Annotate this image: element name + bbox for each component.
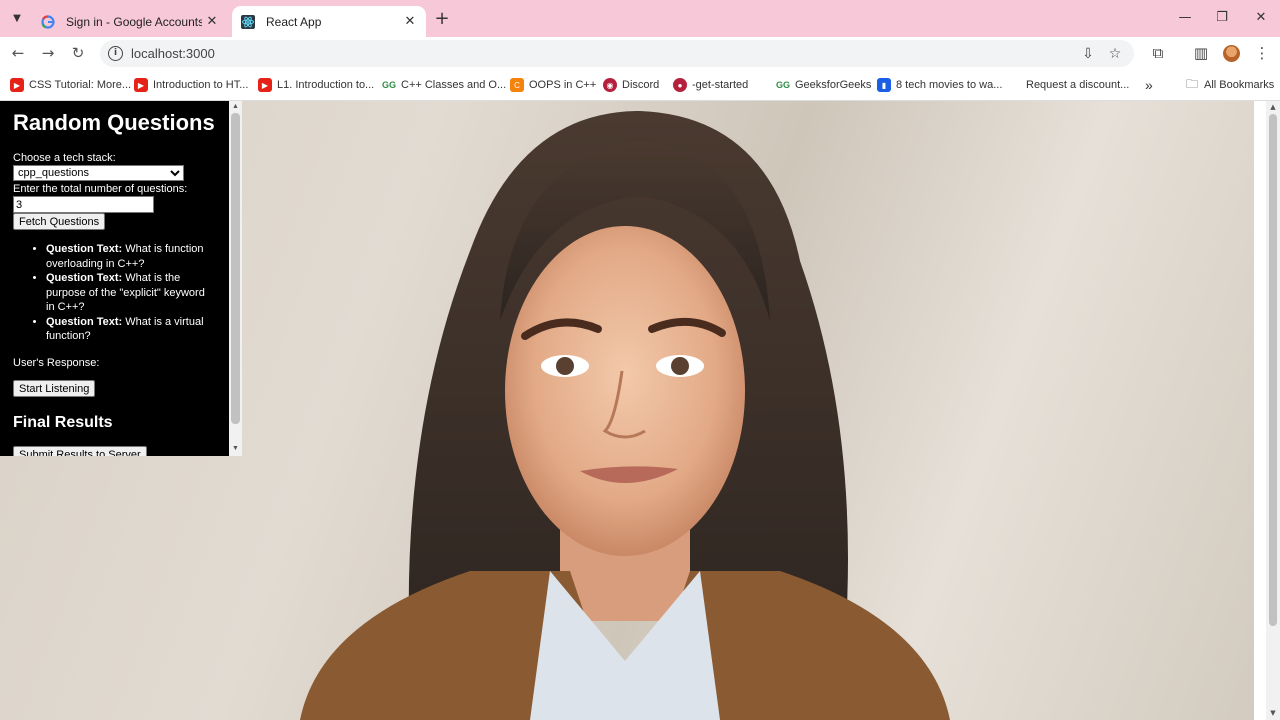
react-icon xyxy=(240,14,256,30)
reload-icon[interactable]: ↻ xyxy=(66,41,90,65)
tab-title: Sign in - Google Accounts xyxy=(66,14,202,29)
list-item: Question Text: What is a virtual functio… xyxy=(46,315,216,344)
doc-icon: ▮ xyxy=(877,78,891,92)
panel-scrollbar[interactable]: ▲ ▼ xyxy=(229,101,242,456)
minimize-icon[interactable]: — xyxy=(1166,0,1204,34)
questions-panel: Random Questions Choose a tech stack: cp… xyxy=(0,101,242,456)
youtube-icon: ▶ xyxy=(258,78,272,92)
page-viewport: Random Questions Choose a tech stack: cp… xyxy=(0,101,1280,720)
tab-strip: ▼ Sign in - Google Accounts ✕ React App … xyxy=(0,0,1280,37)
scroll-thumb[interactable] xyxy=(231,113,240,424)
codehelp-icon: C xyxy=(510,78,524,92)
chevron-down-icon: ▼ xyxy=(13,12,21,24)
scroll-up-icon[interactable]: ▲ xyxy=(231,103,240,110)
start-listening-button[interactable]: Start Listening xyxy=(13,380,96,397)
tab-google-signin[interactable]: Sign in - Google Accounts ✕ xyxy=(32,6,228,37)
youtube-icon: ▶ xyxy=(134,78,148,92)
question-count-input[interactable] xyxy=(13,196,154,213)
questions-list: Question Text: What is function overload… xyxy=(46,242,216,344)
scroll-thumb[interactable] xyxy=(1269,114,1277,626)
submit-results-button[interactable]: Submit Results to Server xyxy=(13,446,147,456)
bookmark-item[interactable]: Request a discount... xyxy=(1026,77,1129,93)
bookmark-item[interactable]: ● -get-started xyxy=(673,77,748,93)
restore-icon[interactable]: ❐ xyxy=(1203,0,1241,34)
forward-arrow-icon[interactable]: → xyxy=(36,41,60,65)
bookmark-item[interactable]: ◉ Discord xyxy=(603,77,659,93)
page-scrollbar[interactable]: ▲ ▼ xyxy=(1266,101,1280,720)
close-window-icon[interactable]: ✕ xyxy=(1242,0,1280,34)
close-tab-icon[interactable]: ✕ xyxy=(202,12,222,32)
bookmark-item[interactable]: GG C++ Classes and O... xyxy=(382,77,506,93)
scroll-down-icon[interactable]: ▼ xyxy=(1268,709,1278,717)
final-results-heading: Final Results xyxy=(13,414,113,431)
tab-title: React App xyxy=(266,14,322,29)
question-count-label: Enter the total number of questions: xyxy=(13,183,188,195)
browser-toolbar: ← → ↻ i localhost:3000 ⇩ ☆ ⧉ ▥ ⋮ xyxy=(0,37,1280,70)
bookmark-item[interactable]: ▶ L1. Introduction to... xyxy=(258,77,374,93)
tech-stack-label: Choose a tech stack: xyxy=(13,152,116,164)
site-info-icon[interactable]: i xyxy=(108,46,123,61)
bookmark-item[interactable]: ▶ Introduction to HT... xyxy=(134,77,248,93)
tech-stack-select[interactable]: cpp_questions xyxy=(13,165,184,181)
tab-react-app[interactable]: React App ✕ xyxy=(232,6,426,37)
list-item: Question Text: What is function overload… xyxy=(46,242,216,271)
geeksforgeeks-icon: GG xyxy=(382,78,397,92)
list-item: Question Text: What is the purpose of th… xyxy=(46,271,216,315)
bookmarks-bar: ▶ CSS Tutorial: More... ▶ Introduction to … xyxy=(0,70,1280,101)
scroll-down-icon[interactable]: ▼ xyxy=(231,445,240,452)
url-text[interactable]: localhost:3000 xyxy=(131,46,215,61)
tab-search-button[interactable]: ▼ xyxy=(6,7,28,29)
page-title: Random Questions xyxy=(13,110,215,135)
youtube-icon: ▶ xyxy=(10,78,24,92)
bookmark-star-icon[interactable]: ☆ xyxy=(1105,44,1125,64)
side-panel-icon[interactable]: ▥ xyxy=(1190,42,1212,64)
scroll-up-icon[interactable]: ▲ xyxy=(1268,103,1278,111)
address-bar[interactable]: i localhost:3000 ⇩ ☆ xyxy=(100,40,1134,67)
chevron-more-icon[interactable]: » xyxy=(1145,77,1153,93)
google-icon xyxy=(40,14,56,30)
fetch-questions-button[interactable]: Fetch Questions xyxy=(13,213,106,230)
bookmark-item[interactable]: GG GeeksforGeeks xyxy=(776,77,871,93)
browser-chrome: ▼ Sign in - Google Accounts ✕ React App … xyxy=(0,0,1280,101)
folder-icon: 🗀 xyxy=(1185,76,1198,91)
profile-avatar[interactable] xyxy=(1223,45,1240,62)
bookmark-item[interactable]: C OOPS in C++ xyxy=(510,77,596,93)
install-app-icon[interactable]: ⇩ xyxy=(1078,44,1098,64)
close-tab-icon[interactable]: ✕ xyxy=(400,12,420,32)
bookmark-item[interactable]: ▮ 8 tech movies to wa... xyxy=(877,77,1002,93)
all-bookmarks-folder[interactable]: 🗀 All Bookmarks xyxy=(1185,77,1274,93)
more-menu-icon[interactable]: ⋮ xyxy=(1251,42,1273,64)
user-response-label: User's Response: xyxy=(13,357,100,369)
discord-icon: ◉ xyxy=(603,78,617,92)
extensions-icon[interactable]: ⧉ xyxy=(1147,42,1169,64)
site-icon: ● xyxy=(673,78,687,92)
bookmark-item[interactable]: ▶ CSS Tutorial: More... xyxy=(10,77,131,93)
new-tab-button[interactable]: + xyxy=(430,7,454,29)
geeksforgeeks-icon: GG xyxy=(776,78,791,92)
back-arrow-icon[interactable]: ← xyxy=(6,41,30,65)
